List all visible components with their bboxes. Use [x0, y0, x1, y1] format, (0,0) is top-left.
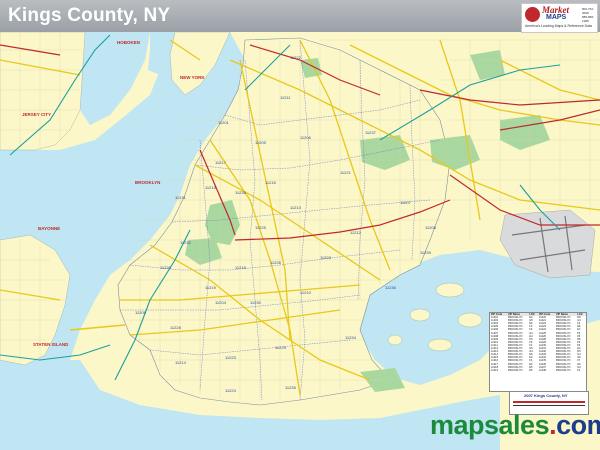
- zip-label: 11229: [275, 345, 286, 350]
- zip-index-table: ZIP Code ZIP Name LOC ZIP Code ZIP Name LOC 11…: [489, 312, 587, 392]
- zip-label: 11218: [235, 265, 246, 270]
- zip-label: 11226: [270, 260, 281, 265]
- zip-label: 11219: [205, 285, 216, 290]
- mapsales-watermark[interactable]: mapsales.com: [430, 410, 600, 441]
- footer-accent-bar: [513, 401, 585, 403]
- zip-label: 11232: [180, 240, 191, 245]
- legend-cell: BROOKLYN: [508, 368, 523, 372]
- zip-label: 11208: [425, 225, 436, 230]
- legend-cell: 11219: [491, 368, 499, 372]
- map-title: Kings County, NY: [8, 5, 171, 26]
- zip-label: 11209: [135, 310, 146, 315]
- zip-label: 11225: [255, 225, 266, 230]
- zip-label: 11211: [280, 95, 291, 100]
- zip-label: 11238: [235, 190, 246, 195]
- zip-label: 11231: [175, 195, 186, 200]
- title-bar: Kings County, NY Market MAPS America's L…: [0, 0, 600, 33]
- place-label-hoboken: HOBOKEN: [117, 40, 141, 45]
- zip-label: 11207: [400, 200, 411, 205]
- footer-title: 2007 Kings County, NY: [524, 393, 568, 398]
- zip-label: 11210: [300, 290, 311, 295]
- zip-label: 11235: [285, 385, 296, 390]
- legend-cell: BROOKLYN: [556, 368, 571, 372]
- map-canvas[interactable]: HOBOKEN JERSEY CITY BROOKLYN BAYONNE STA…: [0, 0, 600, 450]
- zip-label: 11215: [205, 185, 216, 190]
- zip-label: 11213: [290, 205, 301, 210]
- zip-label: 11220: [160, 265, 171, 270]
- zip-label: 11201: [218, 120, 229, 125]
- zip-label: 11239: [420, 250, 431, 255]
- zip-label: 11234: [345, 335, 356, 340]
- zip-label: 11230: [250, 300, 261, 305]
- zip-label: 11236: [385, 285, 396, 290]
- zip-label: 11206: [300, 135, 311, 140]
- place-label-staten-island: STATEN ISLAND: [33, 342, 69, 347]
- zip-label: 11216: [265, 180, 276, 185]
- zip-label: 11205: [255, 140, 266, 145]
- zip-label: 11217: [215, 160, 226, 165]
- legend-row: 11219 BROOKLYN E5 11238 BROOKLYN F4: [490, 369, 586, 372]
- place-label-new-york: NEW YORK: [180, 75, 205, 80]
- watermark-part1: mapsales: [430, 410, 550, 440]
- zip-label: 11204: [215, 300, 226, 305]
- zip-label: 11237: [365, 130, 376, 135]
- globe-icon: [525, 7, 540, 22]
- zip-label: 11203: [320, 255, 331, 260]
- zip-label: 11221: [340, 170, 351, 175]
- watermark-part2: com: [556, 410, 600, 440]
- zip-label: 11212: [350, 230, 361, 235]
- zip-label: 11224: [225, 388, 236, 393]
- zip-label: 11223: [225, 355, 236, 360]
- legend-cell: F4: [577, 368, 581, 372]
- legend-cell: 11238: [538, 368, 546, 372]
- place-label-jersey-city: JERSEY CITY: [22, 112, 52, 117]
- zip-label: 11222: [290, 55, 301, 60]
- logo-contact: 800-762-3008 · 888-858-1988: [582, 7, 595, 23]
- place-label-brooklyn: BROOKLYN: [135, 180, 161, 185]
- legend-cell: E5: [529, 368, 533, 372]
- market-maps-logo[interactable]: Market MAPS America's Leading Maps & Ref…: [521, 3, 598, 33]
- zip-label: 11228: [170, 325, 181, 330]
- logo-brand-line2: MAPS: [546, 14, 567, 21]
- logo-tagline: America's Leading Maps & Reference Data: [525, 24, 593, 28]
- place-label-bayonne: BAYONNE: [38, 226, 61, 231]
- zip-label: 11214: [175, 360, 186, 365]
